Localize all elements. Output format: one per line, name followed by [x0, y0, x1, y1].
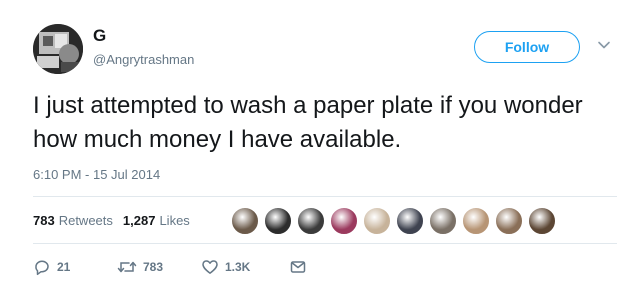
retweets-stat-label: Retweets	[58, 213, 113, 228]
tweet-timestamp[interactable]: 6:10 PM - 15 Jul 2014	[33, 167, 160, 182]
like-count: 1.3K	[225, 260, 251, 274]
likes-stat-count: 1,287	[122, 213, 156, 228]
retweet-icon	[117, 261, 137, 273]
tweet-card: G @Angrytrashman Follow I just attempted…	[0, 0, 640, 304]
retweets-stat-count: 783	[33, 213, 55, 228]
retweet-button[interactable]: 783	[117, 258, 201, 276]
like-button[interactable]: 1.3K	[201, 258, 289, 276]
retweets-stat[interactable]: 783 Retweets	[33, 213, 113, 228]
author-display-name[interactable]: G	[93, 26, 106, 46]
reply-count: 21	[57, 260, 71, 274]
liker-avatar[interactable]	[495, 207, 523, 235]
divider	[33, 196, 617, 197]
liker-avatar[interactable]	[528, 207, 556, 235]
heart-icon	[202, 260, 218, 274]
author-handle[interactable]: @Angrytrashman	[93, 52, 194, 67]
divider	[33, 243, 617, 244]
liker-avatar[interactable]	[330, 207, 358, 235]
author-avatar[interactable]	[33, 24, 83, 74]
liker-avatar[interactable]	[264, 207, 292, 235]
liker-avatar[interactable]	[429, 207, 457, 235]
tweet-text: I just attempted to wash a paper plate i…	[33, 92, 583, 153]
tweet-stats: 783 Retweets 1,287 Likes	[33, 213, 200, 228]
reply-icon	[35, 260, 49, 276]
chevron-down-icon[interactable]	[597, 38, 611, 52]
liker-avatar[interactable]	[462, 207, 490, 235]
liker-avatar[interactable]	[396, 207, 424, 235]
reply-button[interactable]: 21	[33, 258, 117, 276]
envelope-icon	[290, 261, 306, 273]
tweet-actions: 21 783 1.3K	[33, 258, 307, 276]
liker-avatar[interactable]	[297, 207, 325, 235]
avatar-image	[33, 24, 83, 74]
direct-message-button[interactable]	[289, 258, 307, 276]
likes-stat[interactable]: 1,287 Likes	[123, 213, 190, 228]
retweet-count: 783	[143, 260, 164, 274]
liker-avatar[interactable]	[231, 207, 259, 235]
liker-avatar[interactable]	[363, 207, 391, 235]
liker-avatars	[231, 207, 561, 235]
likes-stat-label: Likes	[159, 213, 190, 228]
follow-button[interactable]: Follow	[474, 31, 580, 63]
